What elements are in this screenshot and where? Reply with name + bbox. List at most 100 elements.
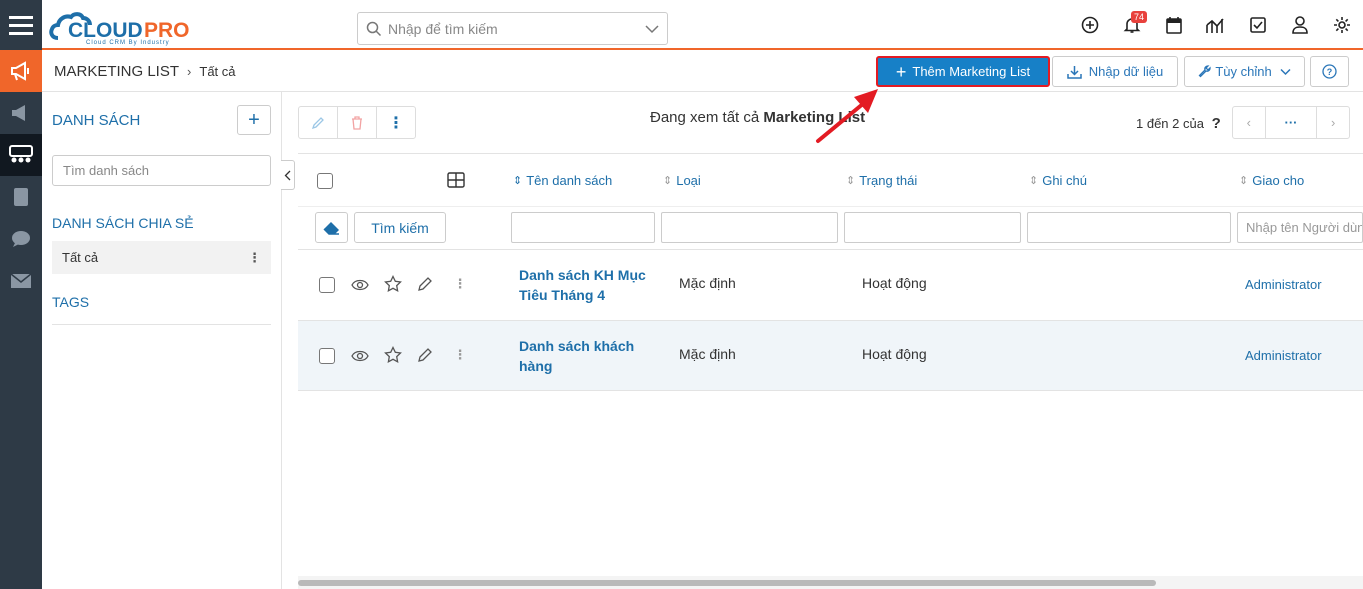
next-page-button[interactable]: › bbox=[1317, 107, 1349, 138]
more-vertical-icon[interactable]: ⋮ bbox=[450, 274, 470, 294]
list-search-input[interactable]: Tìm danh sách bbox=[52, 155, 271, 186]
divider bbox=[52, 324, 271, 325]
plus-icon: + bbox=[895, 61, 907, 82]
lists-title: DANH SÁCH bbox=[52, 112, 141, 129]
divider bbox=[298, 206, 1363, 207]
more-vertical-icon[interactable]: ⋮ bbox=[248, 250, 261, 266]
sort-icon: ⇕ bbox=[663, 175, 673, 187]
wrench-icon bbox=[1198, 65, 1211, 78]
star-icon[interactable] bbox=[383, 345, 403, 365]
left-rail bbox=[0, 0, 42, 589]
row-assignee-link[interactable]: Administrator bbox=[1245, 277, 1322, 292]
divider bbox=[298, 390, 1363, 391]
row-type: Mặc định bbox=[679, 346, 736, 362]
divider bbox=[298, 153, 1363, 154]
row-checkbox[interactable] bbox=[319, 348, 335, 364]
list-sidebar: DANH SÁCH + Tìm danh sách DANH SÁCH CHIA… bbox=[42, 92, 282, 589]
svg-text:?: ? bbox=[1327, 67, 1333, 77]
shared-list-item-label: Tất cả bbox=[62, 250, 99, 265]
column-header-status[interactable]: ⇕ Trạng thái bbox=[846, 173, 917, 188]
filter-note-input[interactable] bbox=[1027, 212, 1231, 243]
customize-label: Tùy chỉnh bbox=[1215, 64, 1272, 79]
help-button[interactable]: ? bbox=[1310, 56, 1349, 87]
row-name-link[interactable]: Danh sách KH Mục Tiêu Tháng 4 bbox=[519, 265, 647, 305]
column-header-note[interactable]: ⇕ Ghi chú bbox=[1029, 173, 1087, 188]
eraser-icon bbox=[322, 221, 339, 235]
pagination-range: 1 đến 2 của bbox=[1136, 116, 1204, 131]
megaphone-icon[interactable] bbox=[0, 50, 42, 92]
trash-icon[interactable] bbox=[338, 107, 377, 138]
chevron-right-icon: › bbox=[187, 64, 192, 79]
svg-text:PRO: PRO bbox=[144, 19, 190, 42]
bell-icon[interactable]: 74 bbox=[1111, 0, 1153, 50]
mail-icon[interactable] bbox=[0, 260, 42, 302]
row-assignee-link[interactable]: Administrator bbox=[1245, 348, 1322, 363]
add-marketing-list-button[interactable]: + Thêm Marketing List bbox=[876, 56, 1050, 87]
table-row[interactable]: ⋮ Danh sách KH Mục Tiêu Tháng 4 Mặc định… bbox=[298, 249, 1363, 320]
eye-icon[interactable] bbox=[350, 346, 370, 366]
filter-status-input[interactable] bbox=[844, 212, 1021, 243]
pencil-icon[interactable] bbox=[415, 345, 435, 365]
column-layout-icon[interactable] bbox=[447, 172, 465, 191]
filter-name-input[interactable] bbox=[511, 212, 655, 243]
filter-assignee-input[interactable]: Nhập tên Người dùng bbox=[1237, 212, 1363, 243]
page-jump-button[interactable]: ··· bbox=[1266, 107, 1318, 138]
row-status: Hoạt động bbox=[862, 346, 927, 362]
pagination-info: 1 đến 2 của ? bbox=[1136, 115, 1221, 132]
notification-badge: 74 bbox=[1131, 11, 1148, 23]
menu-icon[interactable] bbox=[0, 0, 42, 50]
row-checkbox[interactable] bbox=[319, 277, 335, 293]
chevron-down-icon bbox=[1280, 68, 1291, 75]
shared-list-item-all[interactable]: Tất cả ⋮ bbox=[52, 241, 271, 274]
module-header: MARKETING LIST › Tất cả + Thêm Marketing… bbox=[42, 52, 1363, 92]
import-data-button[interactable]: Nhập dữ liệu bbox=[1052, 56, 1178, 87]
horizontal-scrollbar-thumb[interactable] bbox=[298, 580, 1156, 586]
mass-action-toolbar: ⋮ bbox=[298, 106, 416, 139]
group-icon[interactable] bbox=[0, 134, 42, 176]
cloudpro-logo[interactable]: CLOUDPRO Cloud CRM By Industry PRO bbox=[48, 8, 208, 46]
sort-icon: ⇕ bbox=[1029, 175, 1039, 187]
add-circle-icon[interactable] bbox=[1069, 0, 1111, 50]
table-row[interactable]: ⋮ Danh sách khách hàng Mặc định Hoạt độn… bbox=[298, 320, 1363, 391]
user-icon[interactable] bbox=[1279, 0, 1321, 50]
global-search-input[interactable]: Nhập để tìm kiếm bbox=[357, 12, 668, 45]
tags-title: TAGS bbox=[52, 294, 90, 310]
calendar-icon[interactable] bbox=[1153, 0, 1195, 50]
edit-icon[interactable] bbox=[299, 107, 338, 138]
column-header-assignee[interactable]: ⇕ Giao cho bbox=[1239, 173, 1304, 188]
sort-icon: ⇕ bbox=[513, 175, 523, 187]
top-header: CLOUDPRO Cloud CRM By Industry PRO Nhập … bbox=[42, 0, 1363, 50]
column-header-name[interactable]: ⇕ Tên danh sách bbox=[513, 173, 612, 188]
customize-button[interactable]: Tùy chỉnh bbox=[1184, 56, 1305, 87]
shared-lists-title: DANH SÁCH CHIA SẺ bbox=[52, 215, 194, 231]
filter-type-input[interactable] bbox=[661, 212, 838, 243]
breadcrumb-module[interactable]: MARKETING LIST bbox=[54, 63, 179, 80]
list-view: ⋮ Đang xem tất cả Marketing List 1 đến 2… bbox=[282, 92, 1363, 589]
gear-icon[interactable] bbox=[1321, 0, 1363, 50]
download-icon bbox=[1067, 65, 1082, 79]
add-list-button[interactable]: + bbox=[237, 105, 271, 135]
eye-icon[interactable] bbox=[350, 275, 370, 295]
report-chart-icon[interactable] bbox=[1195, 0, 1237, 50]
add-marketing-list-label: Thêm Marketing List bbox=[912, 64, 1031, 79]
total-count-button[interactable]: ? bbox=[1212, 115, 1221, 132]
search-button[interactable]: Tìm kiếm bbox=[354, 212, 446, 243]
task-check-icon[interactable] bbox=[1237, 0, 1279, 50]
more-vertical-icon[interactable]: ⋮ bbox=[450, 345, 470, 365]
star-icon[interactable] bbox=[383, 274, 403, 294]
more-vertical-icon[interactable]: ⋮ bbox=[377, 107, 415, 138]
row-name-link[interactable]: Danh sách khách hàng bbox=[519, 336, 647, 376]
pencil-icon[interactable] bbox=[415, 274, 435, 294]
select-all-checkbox[interactable] bbox=[317, 173, 333, 189]
prev-page-button[interactable]: ‹ bbox=[1233, 107, 1266, 138]
book-icon[interactable] bbox=[0, 176, 42, 218]
breadcrumb-current: Tất cả bbox=[199, 64, 236, 79]
chat-icon[interactable] bbox=[0, 218, 42, 260]
column-header-type[interactable]: ⇕ Loại bbox=[663, 173, 701, 188]
clear-filter-button[interactable] bbox=[315, 212, 348, 243]
campaign-icon[interactable] bbox=[0, 92, 42, 134]
chevron-down-icon[interactable] bbox=[645, 24, 659, 34]
sort-icon: ⇕ bbox=[1239, 175, 1249, 187]
viewing-prefix: Đang xem tất cả bbox=[650, 109, 760, 126]
search-placeholder: Nhập để tìm kiếm bbox=[388, 20, 498, 37]
